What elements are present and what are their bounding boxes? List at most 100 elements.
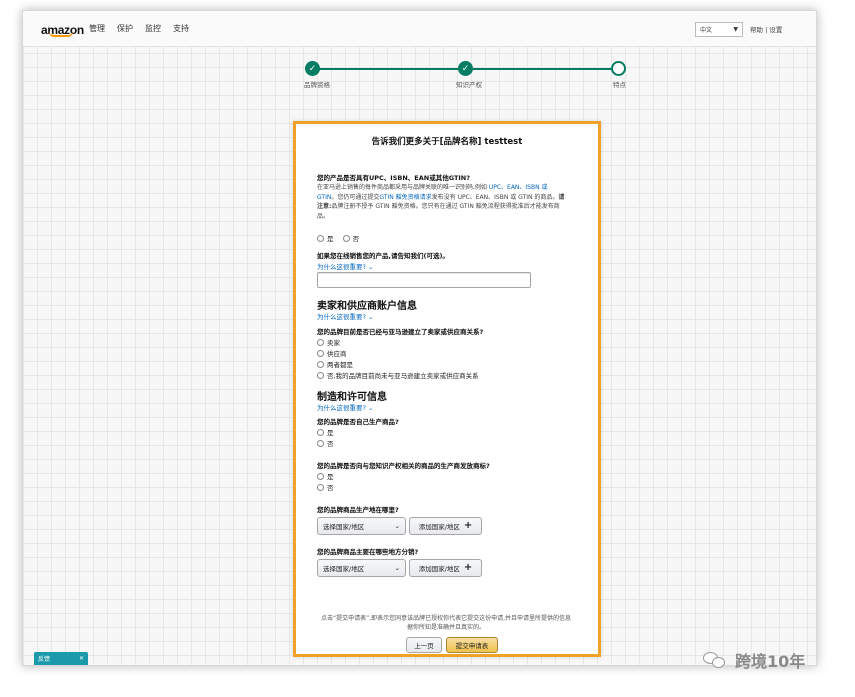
why-seller-link[interactable]: 为什么这很重要? ⌄ [317,311,373,321]
sold-country-select[interactable]: 选择国家/地区 ⌄ [317,559,406,577]
upc-desc-text-4: 品牌注册不授予 GTIN 豁免资格。您只有在通过 GTIN 豁免流程获得批准后才… [317,203,560,220]
top-navigation-bar: amazon 管理 保护 监控 支持 中文 ▼ 帮助 | 设置 [23,11,816,47]
manufacture-yes-option[interactable]: 是 [317,427,334,437]
nav-monitor[interactable]: 监控 [145,23,161,34]
submit-application-button[interactable]: 提交申请表 [446,637,498,653]
sold-country-value: 选择国家/地区 [323,565,365,573]
back-button[interactable]: 上一页 [406,637,442,653]
relation-vendor-label: 供应商 [327,350,347,358]
manufacture-no-radio[interactable] [317,439,324,447]
watermark: 跨境10年 [703,648,805,672]
upc-desc-text-2: 。您仍可通过提交 [331,193,380,201]
help-link[interactable]: 帮助 [750,26,763,34]
relation-both-radio[interactable] [317,360,324,368]
close-icon[interactable]: ✕ [79,655,84,662]
relation-option-none[interactable]: 否,我的品牌目前尚未与亚马逊建立卖家或供应商关系 [317,370,479,380]
settings-link[interactable]: 设置 [769,26,782,34]
manufacture-no-label: 否 [327,440,334,448]
why-important-link[interactable]: 为什么这很重要? ⌄ [317,261,373,271]
relation-option-vendor[interactable]: 供应商 [317,348,347,358]
why-seller-text: 为什么这很重要? [317,313,366,321]
section-manufacturing: 制造和许可信息 [317,392,387,403]
nav-protect[interactable]: 保护 [117,23,133,34]
watermark-text: 跨境10年 [735,652,806,671]
question-license: 您的品牌是否向与您知识产权相关的商品的生产商发放商标? [317,462,490,470]
chevron-down-icon: ⌄ [368,313,374,321]
step-3-label: 特点 [613,81,626,89]
submit-button-label: 提交申请表 [455,642,489,650]
add-sold-country-button[interactable]: 添加国家/地区 + [409,559,482,577]
step-1-check-icon: ✓ [305,61,320,76]
app-window: amazon 管理 保护 监控 支持 中文 ▼ 帮助 | 设置 ✓ ✓ 品牌资格… [22,10,817,666]
question-manufacture: 您的品牌是否自己生产商品? [317,418,399,426]
upc-desc-text-1: 在亚马逊上销售的每件商品都采用与品牌关联的唯一识别码,例如 [317,184,489,191]
plus-icon: + [463,562,473,573]
why-important-text: 为什么这很重要? [317,263,366,271]
nav-manage[interactable]: 管理 [89,23,105,34]
license-yes-option[interactable]: 是 [317,471,334,481]
logo-smile-icon [49,32,73,37]
wechat-icon [703,650,729,670]
upc-yes-label: 是 [327,235,334,243]
license-no-label: 否 [327,484,334,492]
license-yes-label: 是 [327,473,334,481]
chevron-down-icon: ⌄ [394,564,400,572]
form-title: 告诉我们更多关于[品牌名称] testtest [371,137,523,147]
progress-stepper: ✓ ✓ 品牌资格 知识产权 特点 [23,57,816,97]
manufacture-yes-label: 是 [327,429,334,437]
question-upc: 您的产品是否具有UPC、ISBN、EAN或其他GTIN? [317,174,471,182]
submission-disclaimer: 点击“提交申请表”,即表示您同意该品牌已授权你代表它提交这份申请,并且申请里所提… [320,615,572,631]
step-2-check-icon: ✓ [458,61,473,76]
add-made-country-button[interactable]: 添加国家/地区 + [409,517,482,535]
feedback-tab[interactable]: 反馈 ✕ [34,652,88,665]
relation-option-seller[interactable]: 卖家 [317,337,340,347]
relation-seller-radio[interactable] [317,338,324,346]
step-1-label: 品牌资格 [304,81,330,89]
relation-vendor-radio[interactable] [317,349,324,357]
step-3-current-icon [611,61,626,76]
relation-option-both[interactable]: 两者都是 [317,359,353,369]
chevron-down-icon: ⌄ [368,263,374,271]
plus-icon: + [463,520,473,531]
back-button-label: 上一页 [414,642,434,650]
relation-none-radio[interactable] [317,371,324,379]
upc-description: 在亚马逊上销售的每件商品都采用与品牌关联的唯一识别码,例如 UPC、EAN、IS… [317,183,569,221]
brand-details-form: 告诉我们更多关于[品牌名称] testtest 您的产品是否具有UPC、ISBN… [293,121,601,657]
language-select[interactable]: 中文 ▼ [695,22,743,37]
made-country-value: 选择国家/地区 [323,523,365,531]
chevron-down-icon: ⌄ [368,404,374,412]
upc-desc-text-3: 发布没有 UPC、EAN、ISBN 或 GTIN 的商品。 [431,193,559,201]
upc-radio-group: 是 否 [317,233,359,243]
question-where-sold: 您的品牌商品主要在哪些地方分销? [317,548,419,556]
manufacture-yes-radio[interactable] [317,428,324,436]
chevron-down-icon: ▼ [733,26,738,33]
language-value: 中文 [700,27,713,34]
license-yes-radio[interactable] [317,472,324,480]
feedback-tab-label: 反馈 [38,656,51,663]
made-country-select[interactable]: 选择国家/地区 ⌄ [317,517,406,535]
question-sell-online: 如果您在线销售您的产品,请告知我们(可选)。 [317,252,449,260]
step-2-label: 知识产权 [456,81,482,89]
upc-no-radio[interactable] [342,234,350,242]
why-mfg-link[interactable]: 为什么这很重要? ⌄ [317,402,373,412]
license-no-radio[interactable] [317,483,324,491]
relation-none-label: 否,我的品牌目前尚未与亚马逊建立卖家或供应商关系 [327,372,479,380]
question-relationship: 您的品牌目前是否已经与亚马逊建立了卖家或供应商关系? [317,328,484,336]
license-no-option[interactable]: 否 [317,482,334,492]
upc-no-label: 否 [352,235,360,243]
relation-both-label: 两者都是 [327,361,353,369]
manufacture-no-option[interactable]: 否 [317,438,334,448]
top-links: 帮助 | 设置 [750,24,782,34]
link-separator: | [765,26,768,34]
why-mfg-text: 为什么这很重要? [317,404,366,412]
add-sold-country-label: 添加国家/地区 [418,565,460,573]
main-nav: 管理 保护 监控 支持 [89,23,189,34]
upc-yes-radio[interactable] [317,234,324,242]
section-seller-vendor: 卖家和供应商账户信息 [317,301,417,312]
nav-support[interactable]: 支持 [173,23,189,34]
amazon-logo[interactable]: amazon [41,19,84,39]
add-made-country-label: 添加国家/地区 [418,523,460,531]
store-url-input[interactable] [317,272,531,288]
gtin-exemption-link[interactable]: GTIN 豁免资格请求 [379,194,431,201]
question-where-made: 您的品牌商品生产地在哪里? [317,506,399,514]
